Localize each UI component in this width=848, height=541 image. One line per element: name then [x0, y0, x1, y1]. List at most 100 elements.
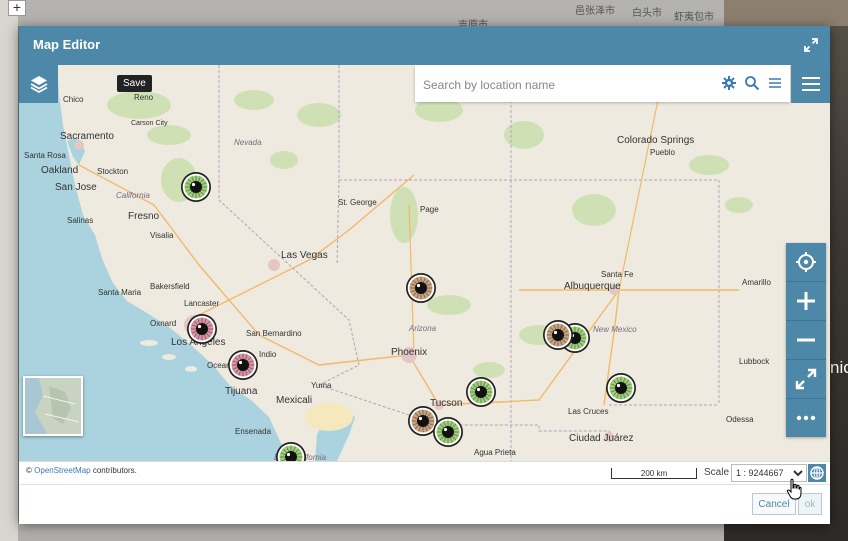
map-label-albuquerque: Albuquerque: [564, 281, 621, 292]
map-label-oakland: Oakland: [41, 165, 79, 176]
map-label-phoenix: Phoenix: [391, 347, 428, 358]
map-label-las-cruces: Las Cruces: [568, 407, 609, 416]
ellipsis-icon: [796, 415, 816, 421]
map-marker[interactable]: [180, 171, 212, 203]
map-label-st-george: St. George: [338, 198, 377, 207]
map-label-odessa: Odessa: [726, 415, 754, 424]
map-label-yuma: Yuma: [311, 381, 332, 390]
map-label-nevada: Nevada: [234, 138, 262, 147]
map-label-california: California: [116, 191, 150, 200]
map-label-santa-fe: Santa Fe: [601, 270, 634, 279]
gear-icon[interactable]: [721, 75, 737, 91]
background-cjk-label: 邑张泽市: [575, 6, 615, 17]
dialog-header: Map Editor: [19, 26, 830, 65]
map-label-san-jose: San Jose: [55, 182, 97, 193]
map-label-oxnard: Oxnard: [150, 319, 177, 328]
attribution-suffix: contributors.: [92, 466, 137, 475]
scale-label: Scale: [704, 467, 730, 478]
map-label-carson-city: Carson City: [131, 120, 168, 127]
map-label-ensenada: Ensenada: [235, 427, 272, 436]
map-marker[interactable]: [605, 372, 637, 404]
background-text-fragment: nic: [830, 358, 848, 377]
map-canvas[interactable]: Chico Reno Carson City Sacramento Nevada…: [19, 65, 830, 461]
map-label-chico: Chico: [63, 95, 84, 104]
map-label-colorado-springs: Colorado Springs: [617, 135, 695, 146]
map-label-mexicali: Mexicali: [276, 395, 313, 406]
map-attribution: © OpenStreetMap contributors.: [26, 466, 137, 475]
minus-icon: [797, 338, 815, 342]
expand-icon: [795, 368, 817, 390]
crs-button[interactable]: [808, 464, 826, 482]
map-marker[interactable]: [405, 272, 437, 304]
list-icon[interactable]: [767, 75, 783, 91]
layers-icon: [30, 76, 48, 94]
map-editor-dialog: Map Editor Chico Reno Carson City Sacram…: [19, 26, 830, 524]
location-search-bar: [415, 65, 790, 102]
background-zoom-in-icon[interactable]: +: [8, 0, 26, 16]
map-label-pueblo: Pueblo: [650, 148, 675, 157]
hamburger-icon: [802, 77, 820, 91]
save-tooltip: Save: [117, 75, 152, 92]
marker-icon: [543, 320, 573, 350]
zoom-out-button[interactable]: [786, 321, 826, 360]
scale-bar: 200 km: [611, 468, 697, 479]
search-icon[interactable]: [744, 75, 760, 91]
background-cjk-label: 虾夷包市: [674, 12, 714, 23]
map-label-new-mexico: New Mexico: [593, 325, 637, 334]
map-marker[interactable]: [227, 349, 259, 381]
locate-button[interactable]: [786, 243, 826, 282]
map-marker[interactable]: [432, 416, 464, 448]
zoom-in-button[interactable]: [786, 282, 826, 321]
map-label-santa-rosa: Santa Rosa: [24, 151, 66, 160]
map-label-las-vegas: Las Vegas: [281, 250, 328, 261]
map-marker[interactable]: [542, 319, 574, 351]
map-label-santa-maria: Santa Maria: [98, 288, 142, 297]
background-map-strip: [0, 0, 18, 541]
marker-icon: [433, 417, 463, 447]
layers-button[interactable]: [19, 65, 58, 103]
map-label-sacramento: Sacramento: [60, 131, 114, 142]
full-extent-button[interactable]: [786, 360, 826, 399]
map-status-bar: © OpenStreetMap contributors. 200 km Sca…: [19, 461, 830, 485]
background-photo-top: [724, 0, 848, 26]
map-label-fresno: Fresno: [128, 211, 160, 222]
globe-icon: [810, 466, 824, 480]
map-label-visalia: Visalia: [150, 231, 174, 240]
map-label-stockton: Stockton: [97, 167, 129, 176]
marker-icon: [406, 273, 436, 303]
openstreetmap-link[interactable]: OpenStreetMap: [34, 466, 90, 475]
map-label-arizona: Arizona: [409, 324, 437, 333]
map-label-lancaster: Lancaster: [184, 299, 220, 308]
background-map-top: [18, 0, 724, 26]
hand-cursor-icon: [786, 478, 802, 500]
map-label-reno: Reno: [134, 93, 154, 102]
scale-bar-label: 200 km: [640, 469, 668, 478]
background-cjk-label: 白头市: [632, 8, 662, 19]
map-label-lubbock: Lubbock: [739, 357, 770, 366]
marker-icon: [276, 442, 306, 461]
map-tools: [786, 243, 826, 437]
map-label-san-bernardino: San Bernardino: [246, 329, 302, 338]
dialog-title: Map Editor: [33, 37, 101, 52]
map-marker[interactable]: [186, 313, 218, 345]
more-options-button[interactable]: [786, 399, 826, 437]
menu-button[interactable]: [791, 65, 830, 103]
marker-icon: [181, 172, 211, 202]
marker-icon: [466, 377, 496, 407]
plus-icon: [797, 292, 815, 310]
background-map-bottom: [18, 523, 724, 541]
map-label-page: Page: [420, 205, 439, 214]
overview-map[interactable]: [23, 376, 83, 436]
map-label-salinas: Salinas: [67, 216, 94, 225]
map-marker[interactable]: [465, 376, 497, 408]
map-marker[interactable]: [275, 441, 307, 461]
dialog-footer: Cancel ok: [19, 484, 830, 524]
marker-icon: [606, 373, 636, 403]
map-label-bakersfield: Bakersfield: [150, 282, 190, 291]
maximize-icon[interactable]: [804, 38, 818, 52]
map-label-ciudad-juarez: Ciudad Juárez: [569, 433, 634, 444]
map-label-amarillo: Amarillo: [742, 278, 771, 287]
crosshair-icon: [796, 252, 816, 272]
map-label-agua-prieta: Agua Prieta: [474, 448, 516, 457]
location-search-input[interactable]: [421, 73, 715, 97]
